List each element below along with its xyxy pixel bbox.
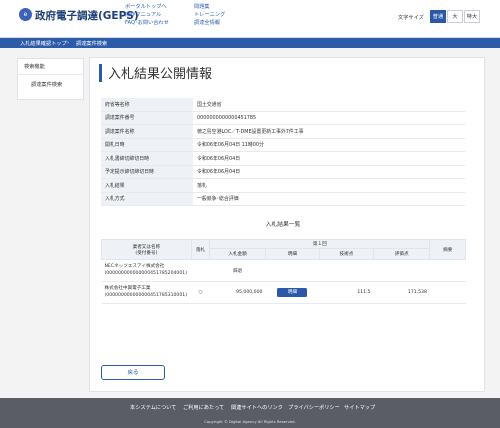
page-title: 入札結果公開情報 bbox=[108, 67, 213, 82]
copyright: Copyright © Digital Agency All Rights Re… bbox=[204, 419, 296, 424]
info-value: 徳之島空港LOC／T-DME設置更新工事外7件工事 bbox=[193, 124, 465, 139]
header-links-right: 問題集 トレーニング 調達全情報 bbox=[194, 4, 225, 27]
sidebar-item-search[interactable]: 調達案件検索 bbox=[31, 81, 62, 88]
remarks-cell bbox=[429, 281, 466, 304]
table-row: 株式会社中興電子工業 (000000000000000451785310001)… bbox=[101, 281, 466, 304]
footer-link-about[interactable]: 本システムについて bbox=[130, 404, 176, 411]
technical-cell bbox=[319, 259, 374, 282]
site-logo-text[interactable]: 政府電子調達(GEPS) bbox=[35, 8, 139, 23]
footer-link-usage[interactable]: ご利用にあたって bbox=[183, 404, 224, 411]
site-footer: 本システムについて ご利用にあたって 関連サイトへのリンク プライバシーポリシー… bbox=[0, 398, 500, 428]
table-row: 予定提示締切締切日時 令和06年06月04日 bbox=[101, 165, 465, 179]
breadcrumb-results-top[interactable]: 入札結果確認トップ bbox=[20, 40, 67, 47]
training-link[interactable]: トレーニング bbox=[194, 12, 225, 20]
faq-link[interactable]: FAQ･お問い合わせ bbox=[125, 20, 169, 28]
table-row: 入札書締切締切日時 令和06年06月04日 bbox=[101, 151, 465, 166]
evaluation-cell bbox=[373, 259, 430, 282]
detail-cell: 明細 bbox=[265, 281, 320, 304]
company-header: 業者又は名称 (受付番号) bbox=[101, 239, 192, 260]
table-row: 入札方式 一般競争･総合評価 bbox=[101, 192, 465, 206]
info-label: 調達案件名称 bbox=[101, 124, 193, 139]
sidebar-divider bbox=[18, 74, 83, 75]
info-value: 令和06年06月04日 bbox=[193, 165, 465, 179]
info-label: 予定提示締切締切日時 bbox=[101, 165, 193, 179]
results-title: 入札結果一覧 bbox=[265, 222, 301, 228]
info-label: 調達案件番号 bbox=[101, 111, 193, 125]
amount-header: 入札金額 bbox=[209, 248, 266, 260]
portal-top-link[interactable]: ポータルトップへ bbox=[125, 4, 169, 12]
round-header: 第１回 bbox=[209, 239, 431, 249]
remarks-header: 摘要 bbox=[429, 239, 466, 260]
info-label: 入札結果 bbox=[101, 178, 193, 193]
receipt-number: (000000000000000451785204001) bbox=[104, 270, 188, 276]
breadcrumb-search[interactable]: 調達案件検索 bbox=[76, 40, 107, 47]
info-value: 国土交通省 bbox=[193, 98, 465, 112]
award-cell bbox=[191, 259, 210, 282]
site-header: e 政府電子調達(GEPS) ポータルトップへ 操作マニュアル FAQ･お問い合… bbox=[0, 0, 500, 38]
company-cell: 株式会社中興電子工業 (000000000000000451785310001) bbox=[101, 281, 192, 304]
evaluation-header: 評価点 bbox=[373, 248, 431, 260]
sidebar: 検索機能 調達案件検索 bbox=[17, 58, 84, 100]
results-table: 業者又は名称 (受付番号) 落札 第１回 摘要 入札金額 明細 技術点 評価点 … bbox=[101, 239, 466, 304]
info-value: 0000000000000451785 bbox=[193, 111, 465, 125]
table-row: 府省等名称 国土交通省 bbox=[101, 98, 465, 112]
table-row: NECネッツエスアイ株式会社 (000000000000000451785204… bbox=[101, 259, 466, 282]
table-row: 開札日時 令和06年06月04日 11時00分 bbox=[101, 138, 465, 152]
info-value: 令和06年06月04日 11時00分 bbox=[193, 138, 465, 152]
footer-link-privacy[interactable]: プライバシーポリシー bbox=[288, 404, 340, 411]
breadcrumb: 入札結果確認トップ › 調達案件検索 bbox=[0, 38, 500, 48]
company-header-sub: (受付番号) bbox=[135, 250, 158, 256]
font-size-label: 文字サイズ bbox=[398, 15, 424, 21]
info-value: 令和06年06月04日 bbox=[193, 151, 465, 166]
geps-logo-icon: e bbox=[19, 8, 32, 21]
info-value: 落札 bbox=[193, 178, 465, 193]
detail-cell bbox=[265, 259, 320, 282]
info-label: 府省等名称 bbox=[101, 98, 193, 112]
technical-header: 技術点 bbox=[318, 248, 375, 260]
technical-cell: 111.5 bbox=[319, 281, 374, 304]
info-value: 一般競争･総合評価 bbox=[193, 192, 465, 206]
info-label: 入札方式 bbox=[101, 192, 193, 206]
table-row: 入札結果 落札 bbox=[101, 178, 465, 193]
award-cell: ○ bbox=[191, 281, 210, 304]
sidebar-heading: 検索機能 bbox=[24, 64, 45, 70]
manual-link[interactable]: 操作マニュアル bbox=[125, 12, 169, 20]
detail-header: 明細 bbox=[264, 248, 320, 260]
info-table: 府省等名称 国土交通省 調達案件番号 0000000000000451785 調達案… bbox=[101, 98, 465, 206]
company-cell: NECネッツエスアイ株式会社 (000000000000000451785204… bbox=[101, 259, 192, 282]
back-button[interactable]: 戻る bbox=[101, 365, 165, 380]
detail-button[interactable]: 明細 bbox=[277, 288, 308, 297]
breadcrumb-separator-icon: › bbox=[67, 39, 70, 46]
footer-link-related[interactable]: 関連サイトへのリンク bbox=[231, 404, 283, 411]
receipt-number: (000000000000000451785310001) bbox=[104, 292, 188, 298]
font-size-xlarge-button[interactable]: 特大 bbox=[464, 10, 480, 23]
amount-cell: 95,000,000 bbox=[209, 281, 266, 304]
question-bank-link[interactable]: 問題集 bbox=[194, 4, 225, 12]
font-size-normal-button[interactable]: 普通 bbox=[430, 10, 446, 23]
all-procurement-link[interactable]: 調達全情報 bbox=[194, 20, 225, 28]
award-header: 落札 bbox=[190, 239, 211, 260]
table-row: 調達案件名称 徳之島空港LOC／T-DME設置更新工事外7件工事 bbox=[101, 124, 465, 139]
remarks-cell bbox=[429, 259, 466, 282]
amount-cell: 辞退 bbox=[209, 259, 266, 282]
table-row: 調達案件番号 0000000000000451785 bbox=[101, 111, 465, 125]
header-links-left: ポータルトップへ 操作マニュアル FAQ･お問い合わせ bbox=[125, 4, 169, 27]
footer-link-sitemap[interactable]: サイトマップ bbox=[344, 404, 375, 411]
evaluation-cell: 171.538 bbox=[373, 281, 430, 304]
info-label: 開札日時 bbox=[101, 138, 193, 152]
title-accent-bar bbox=[99, 64, 102, 82]
font-size-large-button[interactable]: 大 bbox=[447, 10, 463, 23]
info-label: 入札書締切締切日時 bbox=[101, 151, 193, 166]
